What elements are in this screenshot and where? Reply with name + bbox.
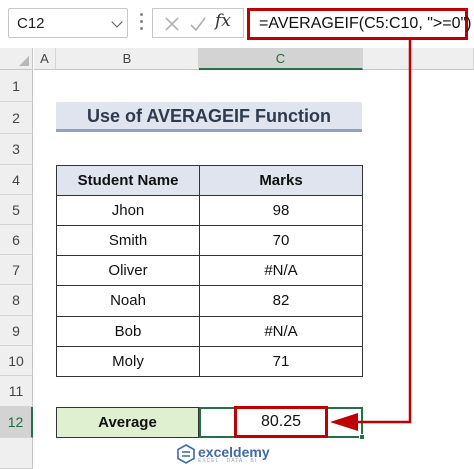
row-header-7[interactable]: 7 [0,255,33,285]
row-header-3[interactable]: 3 [0,134,33,165]
row-header-6[interactable]: 6 [0,225,33,255]
more-options-icon[interactable] [140,13,143,35]
enter-check-icon[interactable] [187,13,209,35]
table-cell-marks[interactable]: 82 [199,285,363,317]
formula-bar: C12 fx =AVERAGEIF(C5:C10, ">=0") [0,0,474,48]
column-header-c[interactable]: C [199,48,363,70]
row-header-8[interactable]: 8 [0,285,33,316]
name-box[interactable]: C12 [8,8,128,38]
row-header-5[interactable]: 5 [0,195,33,225]
table-cell-name[interactable]: Jhon [56,195,200,226]
table-cell-name[interactable]: Smith [56,225,200,256]
row-header-1[interactable]: 1 [0,70,33,102]
cancel-icon[interactable] [161,13,183,35]
table-cell-marks[interactable]: #N/A [199,316,363,347]
row-header-9[interactable]: 9 [0,316,33,346]
formula-buttons: fx [152,8,244,38]
table-header-student: Student Name [56,165,200,196]
table-cell-marks[interactable]: 98 [199,195,363,226]
exceldemy-logo-icon [177,444,195,464]
average-value: 80.25 [234,406,328,438]
formula-input[interactable]: =AVERAGEIF(C5:C10, ">=0") [247,8,472,40]
row-header-11[interactable]: 11 [0,376,33,407]
column-header-d[interactable] [363,48,474,70]
table-cell-marks[interactable]: 71 [199,346,363,377]
select-all-corner[interactable] [0,48,33,70]
insert-function-icon[interactable]: fx [215,11,237,33]
table-cell-name[interactable]: Noah [56,285,200,317]
fill-handle[interactable] [359,434,365,440]
row-header-13[interactable] [0,438,33,469]
table-cell-name[interactable]: Bob [56,316,200,347]
average-label[interactable]: Average [56,407,199,438]
chevron-down-icon[interactable] [111,16,123,28]
column-header-b[interactable]: B [56,48,199,70]
row-header-4[interactable]: 4 [0,165,33,195]
sheet-title: Use of AVERAGEIF Function [56,102,362,132]
watermark-tagline: EXCEL · DATA · BI [198,458,258,464]
row-header-2[interactable]: 2 [0,102,33,134]
column-header-a[interactable]: A [34,48,56,70]
table-cell-name[interactable]: Moly [56,346,200,377]
formula-text: =AVERAGEIF(C5:C10, ">=0") [259,15,472,32]
row-header-10[interactable]: 10 [0,346,33,376]
table-cell-marks[interactable]: #N/A [199,255,363,286]
table-header-marks: Marks [199,165,363,196]
table-cell-marks[interactable]: 70 [199,225,363,256]
table-cell-name[interactable]: Oliver [56,255,200,286]
watermark: exceldemy EXCEL · DATA · BI [176,442,336,466]
row-header-12[interactable]: 12 [0,407,33,438]
name-box-value: C12 [17,15,45,32]
